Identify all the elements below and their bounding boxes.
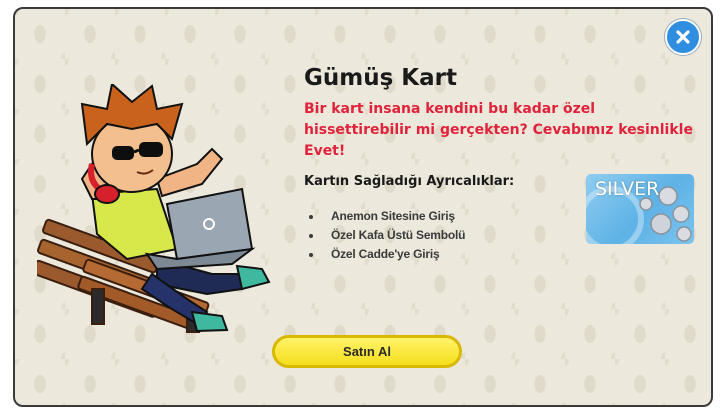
bullet-icon	[309, 253, 313, 257]
features-list: Anemon Sitesine Giriş Özel Kafa Üstü Sem…	[309, 207, 465, 264]
dialog-title: Gümüş Kart	[304, 65, 457, 91]
close-button[interactable]	[665, 19, 701, 55]
feature-item: Özel Cadde'ye Giriş	[309, 245, 465, 264]
feature-label: Anemon Sitesine Giriş	[331, 209, 455, 223]
features-heading: Kartın Sağladığı Ayrıcalıklar:	[304, 174, 515, 189]
feature-label: Özel Cadde'ye Giriş	[331, 247, 440, 261]
bullet-icon	[309, 234, 313, 238]
feature-label: Özel Kafa Üstü Sembolü	[331, 228, 466, 242]
character-illustration	[37, 84, 271, 333]
dialog-subtitle: Bir kart insana kendini bu kadar özel hi…	[304, 101, 693, 159]
silver-card-image: SILVER	[586, 174, 694, 244]
card-label: SILVER	[595, 178, 660, 200]
feature-item: Anemon Sitesine Giriş	[309, 207, 465, 226]
buy-button[interactable]: Satın Al	[272, 335, 462, 368]
buy-button-label: Satın Al	[343, 344, 391, 359]
bullet-icon	[309, 215, 313, 219]
silver-card-dialog: Gümüş Kart Bir kart insana kendini bu ka…	[13, 7, 713, 407]
feature-item: Özel Kafa Üstü Sembolü	[309, 226, 465, 245]
close-icon	[676, 30, 690, 44]
